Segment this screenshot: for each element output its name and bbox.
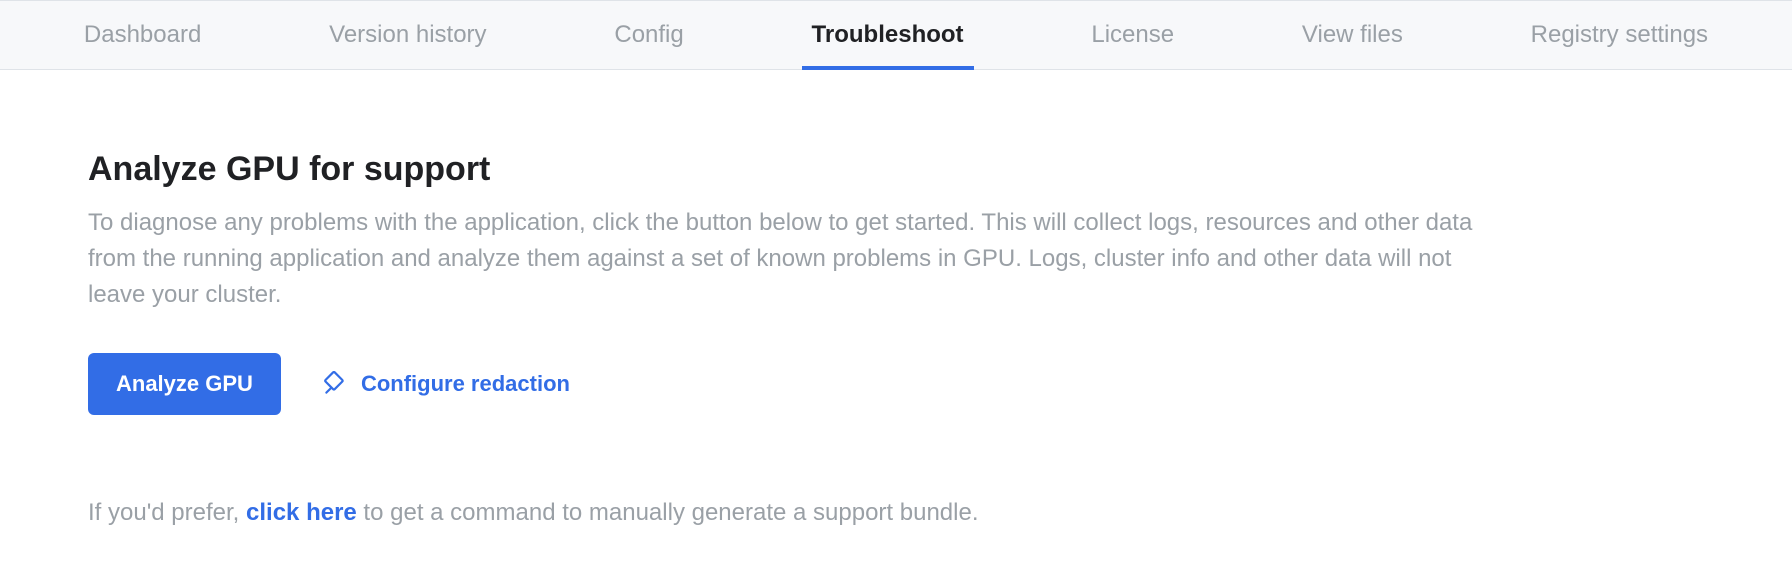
tab-dashboard[interactable]: Dashboard <box>74 1 211 69</box>
footer-prefix: If you'd prefer, <box>88 499 246 526</box>
click-here-link[interactable]: click here <box>246 499 357 526</box>
footer-text: If you'd prefer, click here to get a com… <box>88 495 1512 531</box>
tab-troubleshoot[interactable]: Troubleshoot <box>802 1 974 69</box>
analyze-button[interactable]: Analyze GPU <box>88 353 281 415</box>
configure-redaction-label: Configure redaction <box>361 371 570 397</box>
tab-config[interactable]: Config <box>604 1 693 69</box>
tab-version-history[interactable]: Version history <box>319 1 496 69</box>
page-title: Analyze GPU for support <box>88 150 1512 189</box>
page-description: To diagnose any problems with the applic… <box>88 205 1512 313</box>
tab-registry-settings[interactable]: Registry settings <box>1521 1 1718 69</box>
configure-redaction-link[interactable]: Configure redaction <box>321 370 570 398</box>
nav-tabs: Dashboard Version history Config Trouble… <box>0 0 1792 70</box>
actions-row: Analyze GPU Configure redaction <box>88 353 1512 415</box>
tab-license[interactable]: License <box>1081 1 1184 69</box>
footer-suffix: to get a command to manually generate a … <box>357 499 979 526</box>
tab-view-files[interactable]: View files <box>1292 1 1413 69</box>
main-content: Analyze GPU for support To diagnose any … <box>0 70 1600 531</box>
redaction-icon <box>321 370 349 398</box>
